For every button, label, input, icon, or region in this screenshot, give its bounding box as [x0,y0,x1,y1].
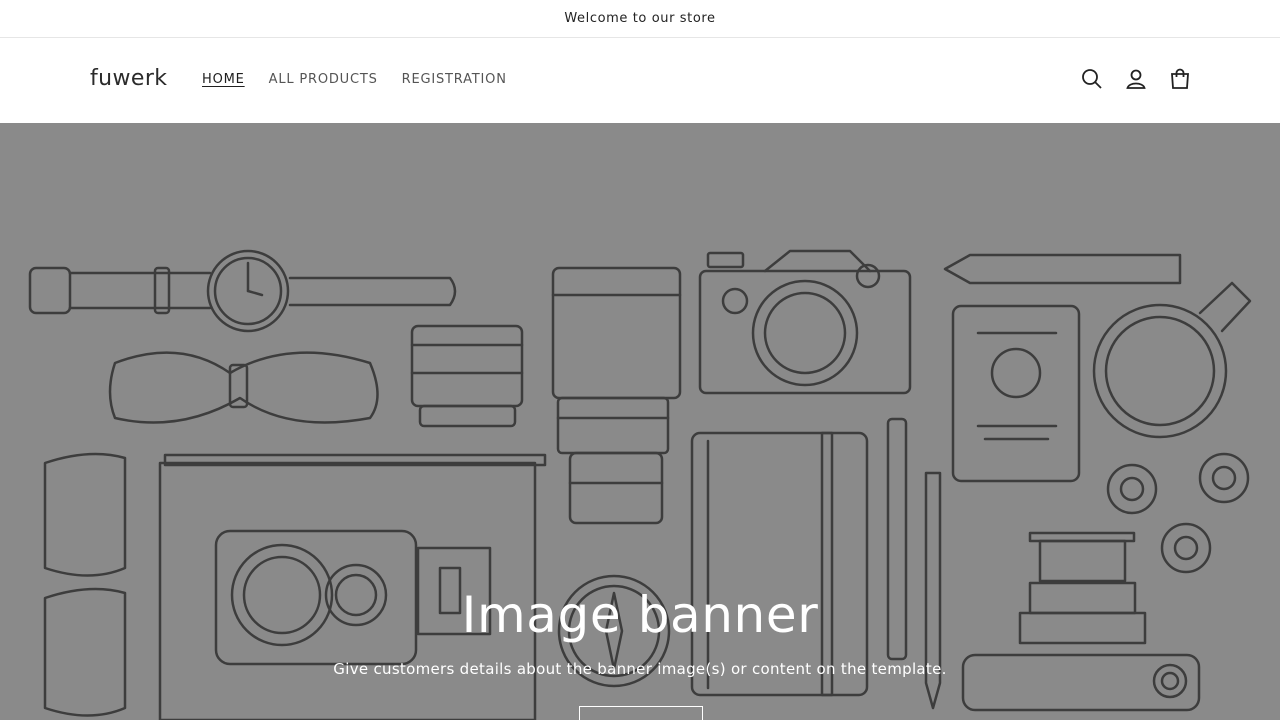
site-header: fuwerk HOME ALL PRODUCTS REGISTRATION [0,38,1280,122]
nav-all-products[interactable]: ALL PRODUCTS [269,72,378,88]
account-icon[interactable] [1124,67,1148,91]
nav-home[interactable]: HOME [202,72,245,88]
cart-icon[interactable] [1168,67,1192,91]
search-icon[interactable] [1080,67,1104,91]
header-icons [1080,67,1192,91]
store-logo[interactable]: fuwerk [90,66,167,91]
main-nav: HOME ALL PRODUCTS REGISTRATION [202,72,531,88]
banner-button[interactable] [579,706,703,720]
image-banner: Image banner Give customers details abou… [0,123,1280,720]
nav-registration[interactable]: REGISTRATION [402,72,507,88]
banner-title: Image banner [461,586,819,644]
announcement-text: Welcome to our store [564,11,716,26]
banner-subtitle: Give customers details about the banner … [333,660,947,678]
announcement-bar: Welcome to our store [0,0,1280,38]
